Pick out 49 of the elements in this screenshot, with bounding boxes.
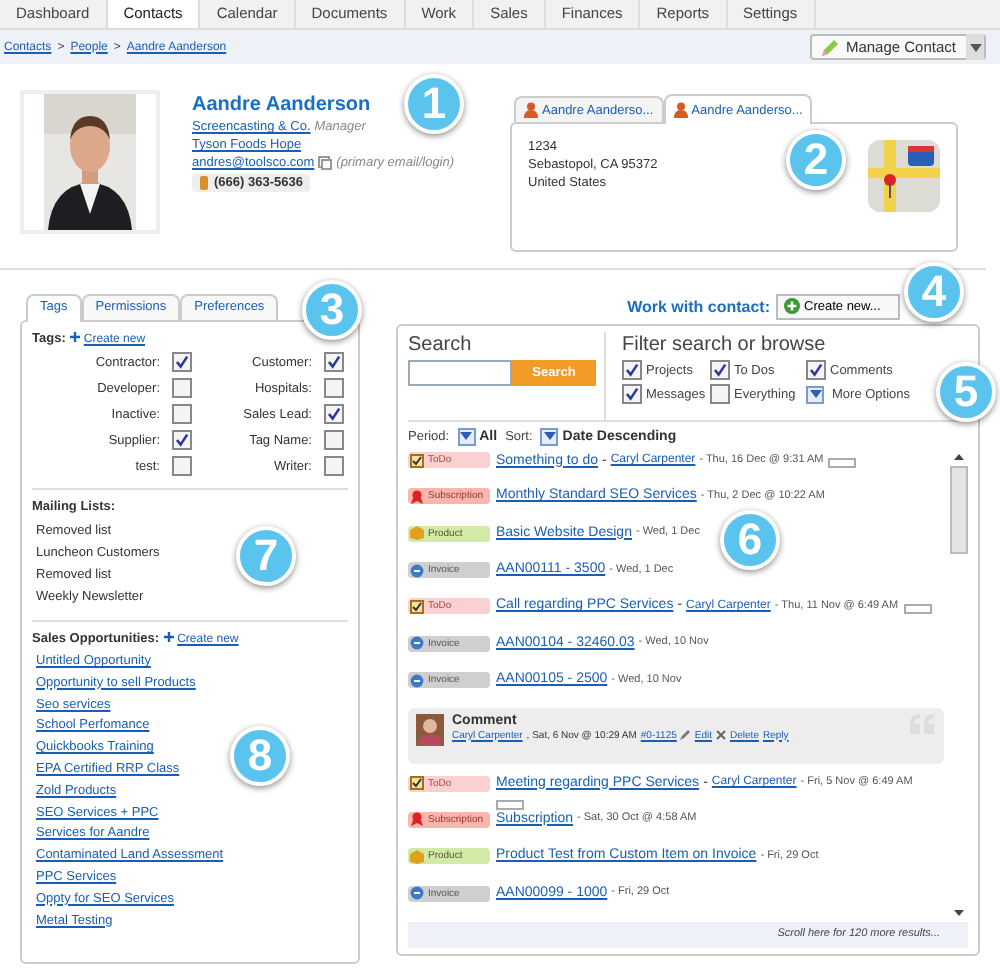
checkbox[interactable] bbox=[710, 384, 730, 404]
checkbox[interactable] bbox=[172, 456, 192, 476]
scrollbar-thumb[interactable] bbox=[950, 466, 968, 554]
scroll-down-icon[interactable] bbox=[954, 910, 964, 916]
work-with-contact-title: Work with contact: bbox=[627, 297, 770, 315]
checkbox[interactable] bbox=[172, 352, 192, 372]
copy-icon[interactable] bbox=[318, 156, 333, 170]
checkbox[interactable] bbox=[324, 456, 344, 476]
plus-icon bbox=[69, 332, 80, 342]
status-box bbox=[496, 799, 524, 810]
checkbox[interactable] bbox=[806, 360, 826, 380]
checkbox[interactable] bbox=[324, 430, 344, 450]
scroll-up-icon[interactable] bbox=[954, 454, 964, 460]
callout-number: 7 bbox=[236, 526, 296, 586]
callout-number: 1 bbox=[404, 74, 464, 134]
callout-number: 2 bbox=[786, 130, 846, 190]
callout-number: 6 bbox=[720, 510, 780, 570]
phone-icon bbox=[200, 176, 208, 190]
plus-icon bbox=[784, 298, 800, 314]
checkbox[interactable] bbox=[622, 360, 642, 380]
person-icon bbox=[673, 102, 688, 118]
callout-number: 3 bbox=[302, 280, 362, 340]
status-box bbox=[827, 458, 856, 468]
callout-number: 4 bbox=[904, 262, 964, 322]
filter-title: Filter search or browse bbox=[622, 334, 828, 356]
status-box bbox=[904, 604, 933, 615]
checkbox[interactable] bbox=[622, 384, 642, 404]
delete-icon bbox=[716, 730, 727, 741]
pencil-icon bbox=[819, 37, 840, 57]
checkbox[interactable] bbox=[324, 352, 344, 372]
checkbox[interactable] bbox=[324, 404, 344, 424]
map-icon[interactable] bbox=[868, 140, 940, 212]
contact-name: Aandre Aanderson bbox=[192, 94, 371, 116]
dropdown-arrow-icon bbox=[806, 385, 824, 403]
checkbox[interactable] bbox=[172, 378, 192, 398]
dropdown-arrow-icon bbox=[540, 427, 559, 445]
checkbox[interactable] bbox=[172, 404, 192, 424]
checkbox[interactable] bbox=[324, 378, 344, 398]
checkbox[interactable] bbox=[172, 430, 192, 450]
callout-number: 5 bbox=[936, 362, 996, 422]
person-icon bbox=[524, 102, 538, 118]
pencil-icon bbox=[680, 730, 691, 741]
search-title: Search bbox=[408, 334, 474, 356]
search-field[interactable] bbox=[408, 360, 512, 386]
checkbox[interactable] bbox=[710, 360, 730, 380]
callout-number: 8 bbox=[230, 726, 290, 786]
dropdown-arrow-icon bbox=[457, 427, 476, 445]
avatar bbox=[416, 713, 444, 746]
plus-icon bbox=[163, 632, 174, 642]
